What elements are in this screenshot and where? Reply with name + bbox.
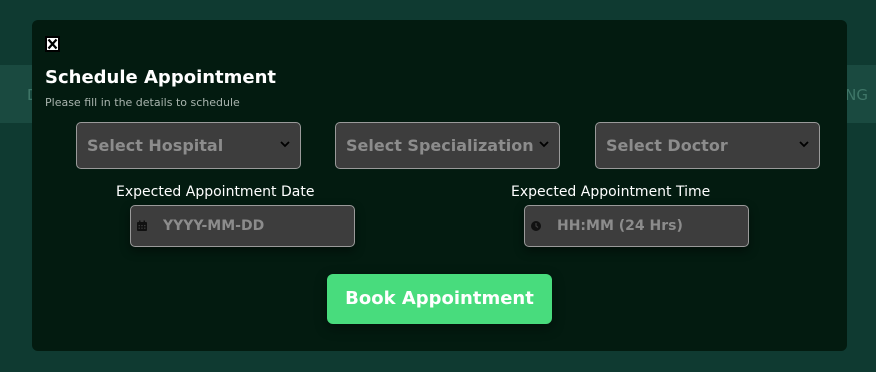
time-input-placeholder: HH:MM (24 Hrs) — [557, 218, 683, 234]
close-icon — [47, 38, 58, 50]
clock-icon — [531, 221, 541, 231]
time-field-label: Expected Appointment Time — [511, 184, 711, 200]
appointment-date-input[interactable]: YYYY-MM-DD — [130, 205, 355, 247]
modal-subtitle: Please fill in the details to schedule — [45, 96, 240, 109]
doctor-select-value: Select Doctor — [606, 136, 728, 155]
specialization-select-value: Select Specialization — [346, 136, 534, 155]
chevron-down-icon — [799, 141, 809, 148]
hospital-select-value: Select Hospital — [87, 136, 224, 155]
appointment-time-input[interactable]: HH:MM (24 Hrs) — [524, 205, 749, 247]
background-nav-text-right: NG — [845, 86, 868, 104]
book-appointment-button[interactable]: Book Appointment — [327, 274, 552, 324]
close-button[interactable] — [45, 36, 60, 52]
specialization-select[interactable]: Select Specialization — [335, 122, 560, 169]
modal-title: Schedule Appointment — [45, 67, 277, 88]
chevron-down-icon — [280, 141, 290, 148]
chevron-down-icon — [539, 141, 549, 148]
date-input-placeholder: YYYY-MM-DD — [163, 218, 265, 234]
calendar-icon — [137, 220, 147, 231]
date-field-label: Expected Appointment Date — [116, 184, 315, 200]
schedule-appointment-modal: Schedule Appointment Please fill in the … — [32, 20, 847, 351]
doctor-select[interactable]: Select Doctor — [595, 122, 820, 169]
hospital-select[interactable]: Select Hospital — [76, 122, 301, 169]
